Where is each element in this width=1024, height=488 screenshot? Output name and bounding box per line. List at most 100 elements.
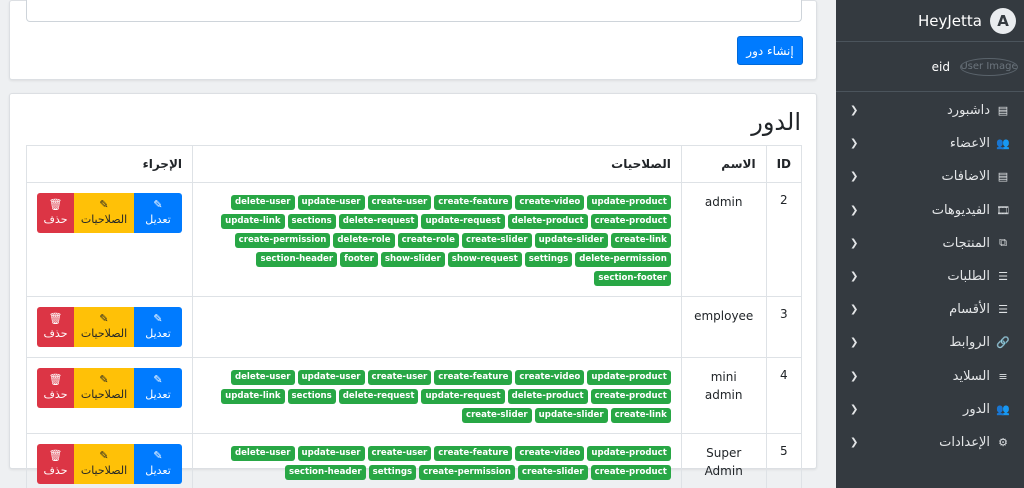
sidebar-nav: ▤ داشبورد ❮ 👥 الاعضاء ❮ ▤ الاضافات ❮ 🎞 الفيديوهات ❮… xyxy=(836,92,1024,459)
sidebar-item[interactable]: ▤ الاضافات ❮ xyxy=(836,160,1024,193)
edit-icon: ✎ xyxy=(99,449,109,462)
permissions-label: الصلاحيات xyxy=(80,388,128,401)
sidebar-item-label: الاضافات xyxy=(941,169,990,185)
cell-id: 5 xyxy=(765,433,803,488)
trash-icon: 🗑 xyxy=(48,312,63,325)
permission-badge: create-video xyxy=(515,370,585,385)
chevron-left-icon: ❮ xyxy=(850,370,859,382)
chevron-left-icon: ❮ xyxy=(850,337,859,349)
edit-label: تعديل xyxy=(145,213,171,226)
permissions-button[interactable]: ✎ الصلاحيات xyxy=(74,368,135,408)
table-row: 5 Super Admin update-product create-video cr… xyxy=(25,433,803,488)
brand-logo-icon: A xyxy=(990,7,1016,34)
edit-icon: ✎ xyxy=(153,312,163,325)
user-name[interactable]: eid xyxy=(932,60,950,74)
chevron-left-icon: ❮ xyxy=(850,171,859,183)
sidebar-item[interactable]: 🔗 الروابط ❮ xyxy=(836,326,1024,359)
permissions-button[interactable]: ✎ الصلاحيات xyxy=(74,193,135,233)
delete-button[interactable]: 🗑 حذف xyxy=(37,307,75,347)
edit-button[interactable]: ✎ تعديل xyxy=(134,444,183,484)
cell-name: admin xyxy=(680,182,767,297)
permissions-label: الصلاحيات xyxy=(80,464,128,477)
delete-button[interactable]: 🗑 حذف xyxy=(37,368,75,408)
sidebar-item-label: الروابط xyxy=(949,335,990,351)
sidebar-item-label: الإعدادات xyxy=(939,434,990,450)
permission-badge: sections xyxy=(287,389,336,404)
edit-icon: ✎ xyxy=(99,198,109,211)
permission-badge: update-request xyxy=(421,214,505,229)
cell-id: 4 xyxy=(765,357,803,434)
edit-button[interactable]: ✎ تعديل xyxy=(134,368,183,408)
header-id: ID xyxy=(765,145,803,183)
create-role-button[interactable]: إنشاء دور xyxy=(737,36,803,65)
delete-label: حذف xyxy=(43,213,68,226)
chevron-left-icon: ❮ xyxy=(850,138,859,150)
delete-label: حذف xyxy=(43,388,68,401)
permission-badge: footer xyxy=(340,252,378,267)
permissions-label: الصلاحيات xyxy=(80,327,128,340)
permission-badge: delete-request xyxy=(338,389,419,404)
sidebar: A HeyJetta User Image eid ▤ داشبورد ❮ 👥 الاع… xyxy=(836,0,1024,488)
header-permissions: الصلاحيات xyxy=(192,145,682,183)
permission-badge: section-header xyxy=(284,465,366,480)
cell-name: employee xyxy=(680,296,767,358)
create-role-card: إنشاء دور xyxy=(9,0,817,80)
trash-icon: 🗑 xyxy=(48,373,63,386)
permissions-button[interactable]: ✎ الصلاحيات xyxy=(74,444,135,484)
sidebar-item[interactable]: ☰ الطلبات ❮ xyxy=(836,260,1024,293)
edit-icon: ✎ xyxy=(153,449,163,462)
permission-badge: update-slider xyxy=(534,408,608,423)
gears-icon: ⚙ xyxy=(998,435,1008,449)
permission-badge: settings xyxy=(524,252,573,267)
chevron-left-icon: ❮ xyxy=(850,403,859,415)
delete-button[interactable]: 🗑 حذف xyxy=(37,444,75,484)
cell-permissions: update-product create-video create-feature… xyxy=(192,182,682,297)
chevron-left-icon: ❮ xyxy=(850,271,859,283)
permission-badge: show-request xyxy=(447,252,522,267)
sidebar-item[interactable]: 👥 الدور ❮ xyxy=(836,393,1024,426)
permission-badge: update-link xyxy=(221,389,285,404)
clipboard-icon: ▤ xyxy=(997,170,1009,184)
trash-icon: 🗑 xyxy=(48,198,63,211)
permission-badge: update-user xyxy=(297,370,365,385)
permission-badge: create-slider xyxy=(461,408,532,423)
brand-link[interactable]: A HeyJetta xyxy=(836,0,1024,42)
permission-badge: create-link xyxy=(610,233,671,248)
delete-button[interactable]: 🗑 حذف xyxy=(37,193,75,233)
permission-badge: update-slider xyxy=(534,233,608,248)
chevron-left-icon: ❮ xyxy=(850,304,859,316)
sidebar-item[interactable]: ⧉ المنتجات ❮ xyxy=(836,227,1024,260)
permission-badge: create-feature xyxy=(434,370,513,385)
sidebar-item-label: الأقسام xyxy=(949,302,990,318)
sidebar-item[interactable]: ≡ السلايد ❮ xyxy=(836,360,1024,393)
cell-actions: ✎ تعديل ✎ الصلاحيات 🗑 حذف xyxy=(25,296,194,358)
sidebar-item-label: الفيديوهات xyxy=(931,202,990,218)
permission-badge: create-role xyxy=(397,233,459,248)
role-name-input[interactable] xyxy=(26,0,802,22)
permission-badge: section-footer xyxy=(594,271,671,286)
film-icon: 🎞 xyxy=(996,203,1010,217)
edit-button[interactable]: ✎ تعديل xyxy=(134,307,183,347)
permission-badge: delete-product xyxy=(507,389,588,404)
sidebar-item[interactable]: ▤ داشبورد ❮ xyxy=(836,94,1024,127)
permissions-label: الصلاحيات xyxy=(80,213,128,226)
delete-label: حذف xyxy=(43,327,68,340)
edit-icon: ✎ xyxy=(153,198,163,211)
table-row: 3 employee ✎ تعديل ✎ الصلاحيات 🗑 حذف xyxy=(25,296,803,358)
user-avatar: User Image xyxy=(960,57,1018,76)
permissions-button[interactable]: ✎ الصلاحيات xyxy=(74,307,135,347)
permission-badge: update-product xyxy=(587,370,671,385)
permission-badge: update-product xyxy=(587,195,671,210)
sidebar-item-label: الاعضاء xyxy=(949,136,990,152)
sliders-icon: ≡ xyxy=(998,369,1008,383)
permission-badge: delete-role xyxy=(333,233,395,248)
permission-badge: create-video xyxy=(515,195,585,210)
permission-badge: create-user xyxy=(367,195,432,210)
sidebar-item[interactable]: ☰ الأقسام ❮ xyxy=(836,293,1024,326)
cell-id: 2 xyxy=(765,182,803,297)
edit-button[interactable]: ✎ تعديل xyxy=(134,193,183,233)
sidebar-item[interactable]: 👥 الاعضاء ❮ xyxy=(836,127,1024,160)
sidebar-item[interactable]: ⚙ الإعدادات ❮ xyxy=(836,426,1024,459)
permission-badge: create-slider xyxy=(461,233,532,248)
sidebar-item[interactable]: 🎞 الفيديوهات ❮ xyxy=(836,194,1024,227)
